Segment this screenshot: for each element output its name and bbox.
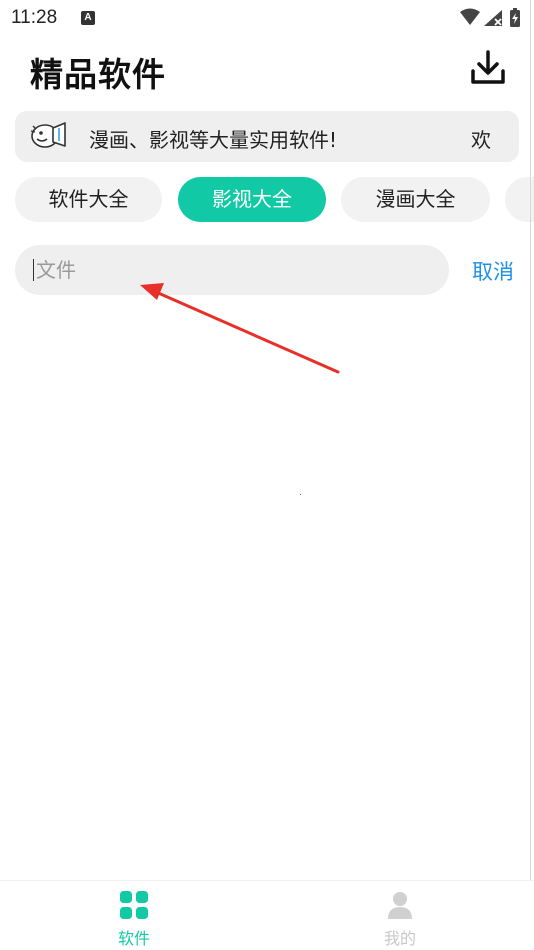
wifi-icon <box>460 8 480 25</box>
tab-comics[interactable]: 漫画大全 <box>341 177 490 222</box>
notice-overflow-text: 欢 <box>471 128 492 152</box>
download-icon[interactable] <box>470 50 506 86</box>
category-tabs: 软件大全 影视大全 漫画大全 <box>0 177 534 223</box>
page-title: 精品软件 <box>30 55 166 94</box>
grid-icon <box>120 891 148 919</box>
cancel-button[interactable]: 取消 <box>472 256 514 286</box>
text-caret <box>33 259 34 281</box>
megaphone-icon <box>30 122 66 148</box>
status-bar: 11:28 A <box>0 0 534 36</box>
user-icon <box>388 892 412 919</box>
nav-item-software[interactable]: 软件 <box>74 881 194 950</box>
tab-software[interactable]: 软件大全 <box>15 177 162 222</box>
system-status-icons <box>460 8 520 27</box>
nav-label-software: 软件 <box>117 929 150 948</box>
annotation-arrow <box>140 283 340 374</box>
status-time: 11:28 <box>11 7 58 28</box>
stray-dot <box>300 494 301 495</box>
nav-item-mine[interactable]: 我的 <box>340 881 460 950</box>
notice-text: 漫画、影视等大量实用软件! 欢 <box>89 128 492 152</box>
nav-label-mine: 我的 <box>383 929 416 948</box>
notification-a-icon: A <box>81 11 95 25</box>
tab-video[interactable]: 影视大全 <box>178 177 326 222</box>
screen-edge-divider <box>530 0 531 949</box>
notice-bar[interactable]: 漫画、影视等大量实用软件! 欢 <box>15 111 519 162</box>
bottom-nav: 软件 我的 <box>0 880 534 950</box>
